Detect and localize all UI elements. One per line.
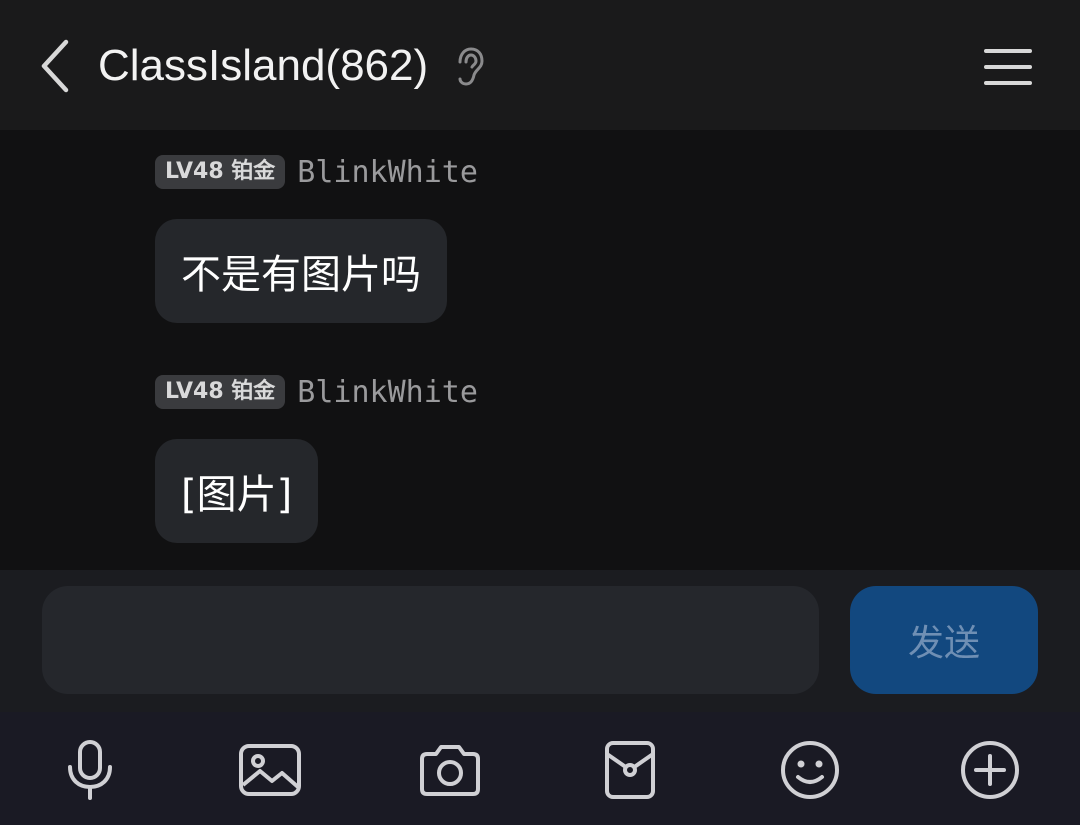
message-meta: LV48 铂金 BlinkWhite [155,152,478,192]
message-bubble[interactable]: 不是有图片吗 [155,219,447,323]
back-button[interactable] [30,36,80,96]
camera-icon [420,745,480,796]
composer-toolbar [0,712,1080,825]
voice-button[interactable] [50,732,130,808]
emoji-icon [781,741,839,799]
message-input[interactable] [42,586,819,694]
level-badge: LV48 铂金 [155,155,286,189]
message-meta: LV48 铂金 BlinkWhite [155,372,478,412]
add-circle-icon [961,741,1019,799]
chevron-left-icon [41,39,69,93]
emoji-button[interactable] [770,732,850,808]
menu-button[interactable] [980,42,1036,92]
message-list[interactable]: LV48 铂金 BlinkWhite 不是有图片吗 LV48 铂金 BlinkW… [0,130,1080,570]
red-packet-button[interactable] [590,732,670,808]
message-bubble[interactable]: [图片] [155,439,319,543]
camera-button[interactable] [410,732,490,808]
sender-name[interactable]: BlinkWhite [297,375,478,410]
more-button[interactable] [950,732,1030,808]
microphone-icon [68,740,112,800]
page-title: ClassIsland(862) [98,41,429,90]
chat-header: ClassIsland(862) [0,0,1080,130]
send-button[interactable]: 发送 [850,586,1038,694]
red-packet-icon [605,741,655,799]
image-icon [239,744,301,796]
level-badge: LV48 铂金 [155,375,286,409]
ear-icon[interactable] [452,46,486,88]
hamburger-menu-icon [984,49,1032,85]
composer: 发送 [0,570,1080,712]
sender-name[interactable]: BlinkWhite [297,155,478,190]
image-button[interactable] [230,732,310,808]
